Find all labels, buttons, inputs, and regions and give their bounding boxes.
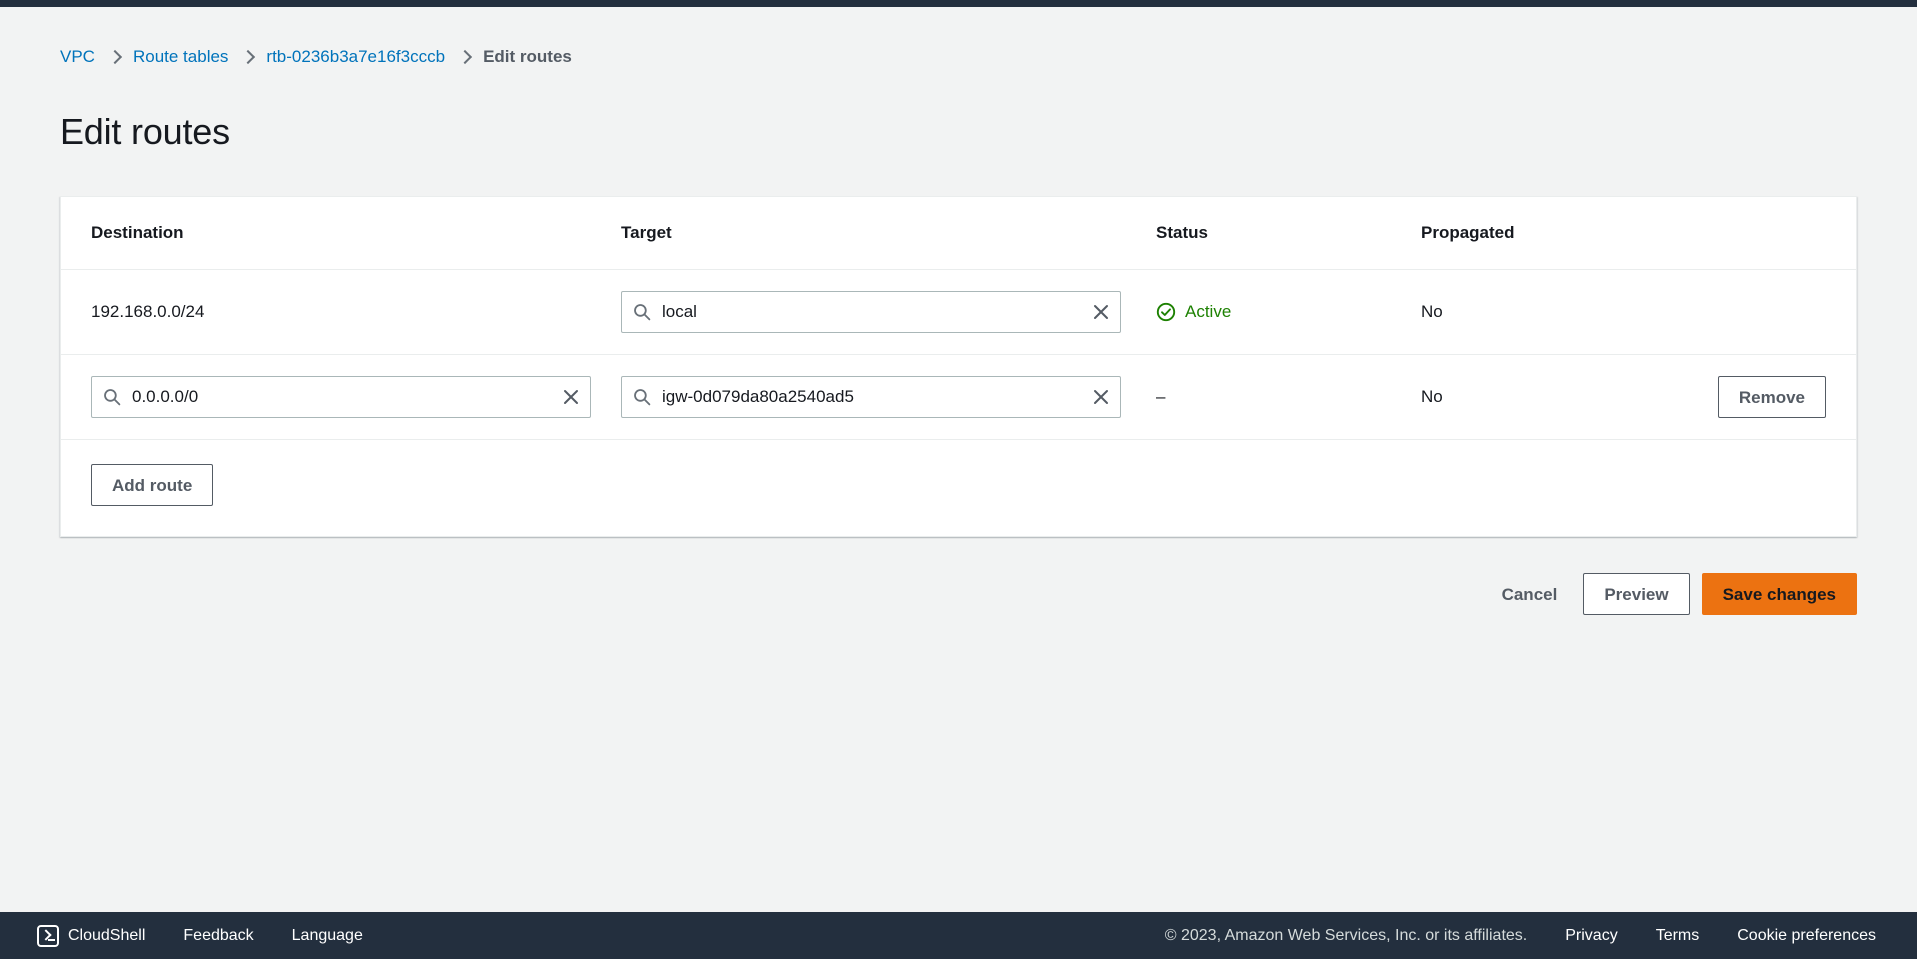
close-icon [564,390,578,404]
destination-value: 192.168.0.0/24 [91,302,205,321]
page-title: Edit routes [60,111,230,153]
chevron-right-icon [109,49,119,65]
cloudshell-button[interactable]: CloudShell [18,924,164,947]
search-icon [633,303,651,321]
footer-left-group: CloudShell Feedback Language [18,924,382,947]
cell-status: Active [1156,302,1421,322]
status-positive-icon [1156,302,1176,322]
form-actions: Cancel Preview Save changes [60,573,1857,615]
target-input-value-row-2: igw-0d079da80a2540ad5 [662,387,854,406]
column-header-target: Target [621,223,672,242]
cloudshell-label: CloudShell [68,926,146,944]
table-row: 0.0.0.0/0 igw-0d079da80a2540ad5 – No Rem… [61,355,1856,440]
destination-input-row-2[interactable]: 0.0.0.0/0 [91,376,591,418]
target-input-value-row-1: local [662,302,697,321]
cancel-button[interactable]: Cancel [1488,573,1572,615]
target-input-row-2[interactable]: igw-0d079da80a2540ad5 [621,376,1121,418]
privacy-link[interactable]: Privacy [1546,927,1636,945]
table-row: 192.168.0.0/24 local Active No [61,270,1856,355]
chevron-right-icon [242,49,252,65]
status-label: – [1156,387,1166,406]
breadcrumb-item-route-table-id[interactable]: rtb-0236b3a7e16f3cccb [266,46,445,68]
cloudshell-icon [37,924,59,947]
preview-button[interactable]: Preview [1583,573,1690,615]
breadcrumb-item-route-tables[interactable]: Route tables [133,46,228,68]
breadcrumb-item-vpc[interactable]: VPC [60,46,95,68]
cell-propagated: No [1421,302,1601,322]
page-content: VPC Route tables rtb-0236b3a7e16f3cccb E… [0,7,1917,912]
close-icon [1094,305,1108,319]
cell-destination: 0.0.0.0/0 [91,376,621,418]
terms-link[interactable]: Terms [1637,927,1719,945]
status-label: Active [1185,302,1232,321]
propagated-value: No [1421,387,1443,406]
clear-target-row-1-button[interactable] [1082,292,1120,332]
search-icon [633,388,651,406]
column-header-propagated: Propagated [1421,223,1515,242]
feedback-link[interactable]: Feedback [164,927,272,945]
remove-route-button[interactable]: Remove [1717,376,1826,418]
table-header-row: Destination Target Status Propagated [61,197,1856,270]
search-icon [103,388,121,406]
cell-propagated: No [1421,387,1601,407]
cell-actions: Remove [1601,376,1856,418]
breadcrumb-item-edit-routes: Edit routes [483,47,572,66]
column-header-status: Status [1156,223,1208,242]
clear-destination-row-2-button[interactable] [552,377,590,417]
footer-right-group: © 2023, Amazon Web Services, Inc. or its… [1146,927,1895,945]
status-badge: Active [1156,302,1421,322]
cookie-preferences-link[interactable]: Cookie preferences [1718,927,1895,945]
column-header-destination: Destination [91,223,184,242]
destination-input-value-row-2: 0.0.0.0/0 [132,387,199,406]
save-changes-button[interactable]: Save changes [1701,573,1857,615]
cell-status: – [1156,387,1421,407]
clear-target-row-2-button[interactable] [1082,377,1120,417]
top-nav-strip [0,0,1917,7]
add-route-button[interactable]: Add route [91,464,214,506]
card-footer: Add route [61,440,1856,536]
chevron-right-icon [459,49,469,65]
breadcrumb: VPC Route tables rtb-0236b3a7e16f3cccb E… [60,46,572,68]
propagated-value: No [1421,302,1443,321]
routes-table-card: Destination Target Status Propagated 192… [60,196,1857,537]
language-link[interactable]: Language [273,927,382,945]
target-input-row-1[interactable]: local [621,291,1121,333]
cell-destination: 192.168.0.0/24 [91,302,621,322]
cell-target: local [621,291,1156,333]
footer-bar: CloudShell Feedback Language © 2023, Ama… [0,912,1917,959]
close-icon [1094,390,1108,404]
copyright-text: © 2023, Amazon Web Services, Inc. or its… [1164,926,1528,944]
cell-target: igw-0d079da80a2540ad5 [621,376,1156,418]
